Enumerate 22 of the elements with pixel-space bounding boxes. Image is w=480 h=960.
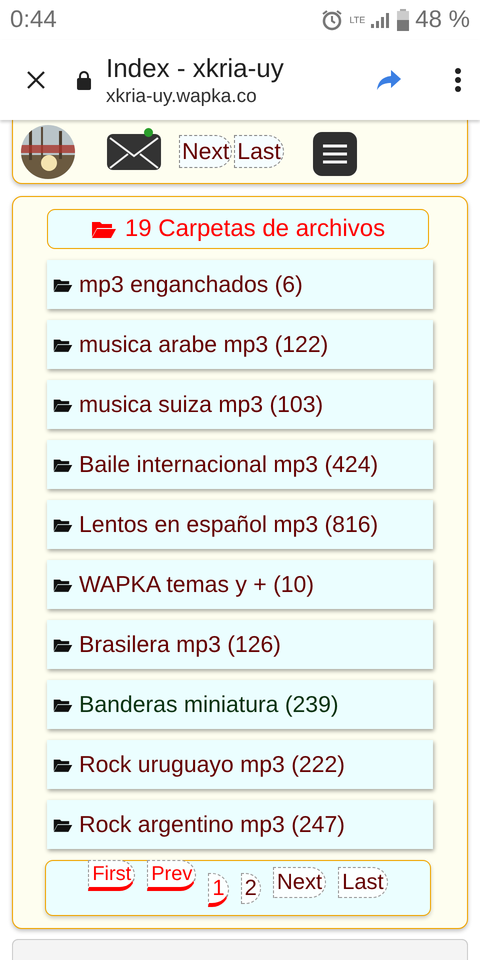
page-link[interactable]: Next xyxy=(179,134,232,168)
pagination-link[interactable]: Last xyxy=(338,867,388,898)
folder-item[interactable]: Baile internacional mp3 (424) xyxy=(47,440,433,489)
folder-item[interactable]: mp3 enganchados (6) xyxy=(47,260,433,309)
folder-item[interactable]: musica suiza mp3 (103) xyxy=(47,380,433,429)
folder-item[interactable]: Brasilera mp3 (126) xyxy=(47,620,433,669)
battery-percent: 48 % xyxy=(415,6,470,34)
folder-item[interactable]: Banderas miniatura (239) xyxy=(47,680,433,729)
status-time: 0:44 xyxy=(10,6,57,34)
folder-item[interactable]: Rock uruguayo mp3 (222) xyxy=(47,740,433,789)
folder-item[interactable]: WAPKA temas y + (10) xyxy=(47,560,433,609)
network-type: LTE xyxy=(349,14,366,26)
page-link[interactable]: Last xyxy=(234,134,284,168)
page-number[interactable]: 2 xyxy=(240,873,261,904)
folders-title: 19 Carpetas de archivos xyxy=(124,215,386,243)
folder-item[interactable]: Rock argentino mp3 (247) xyxy=(47,800,433,849)
page-number[interactable]: 1 xyxy=(208,873,229,907)
page-title: Index - xkria-uy xyxy=(106,52,284,84)
folder-item[interactable]: musica arabe mp3 (122) xyxy=(47,320,433,369)
pagination-link[interactable]: Next xyxy=(272,867,326,898)
page-url: xkria-uy.wapka.co xyxy=(106,86,258,108)
folder-item[interactable]: Lentos en español mp3 (816) xyxy=(47,500,433,549)
